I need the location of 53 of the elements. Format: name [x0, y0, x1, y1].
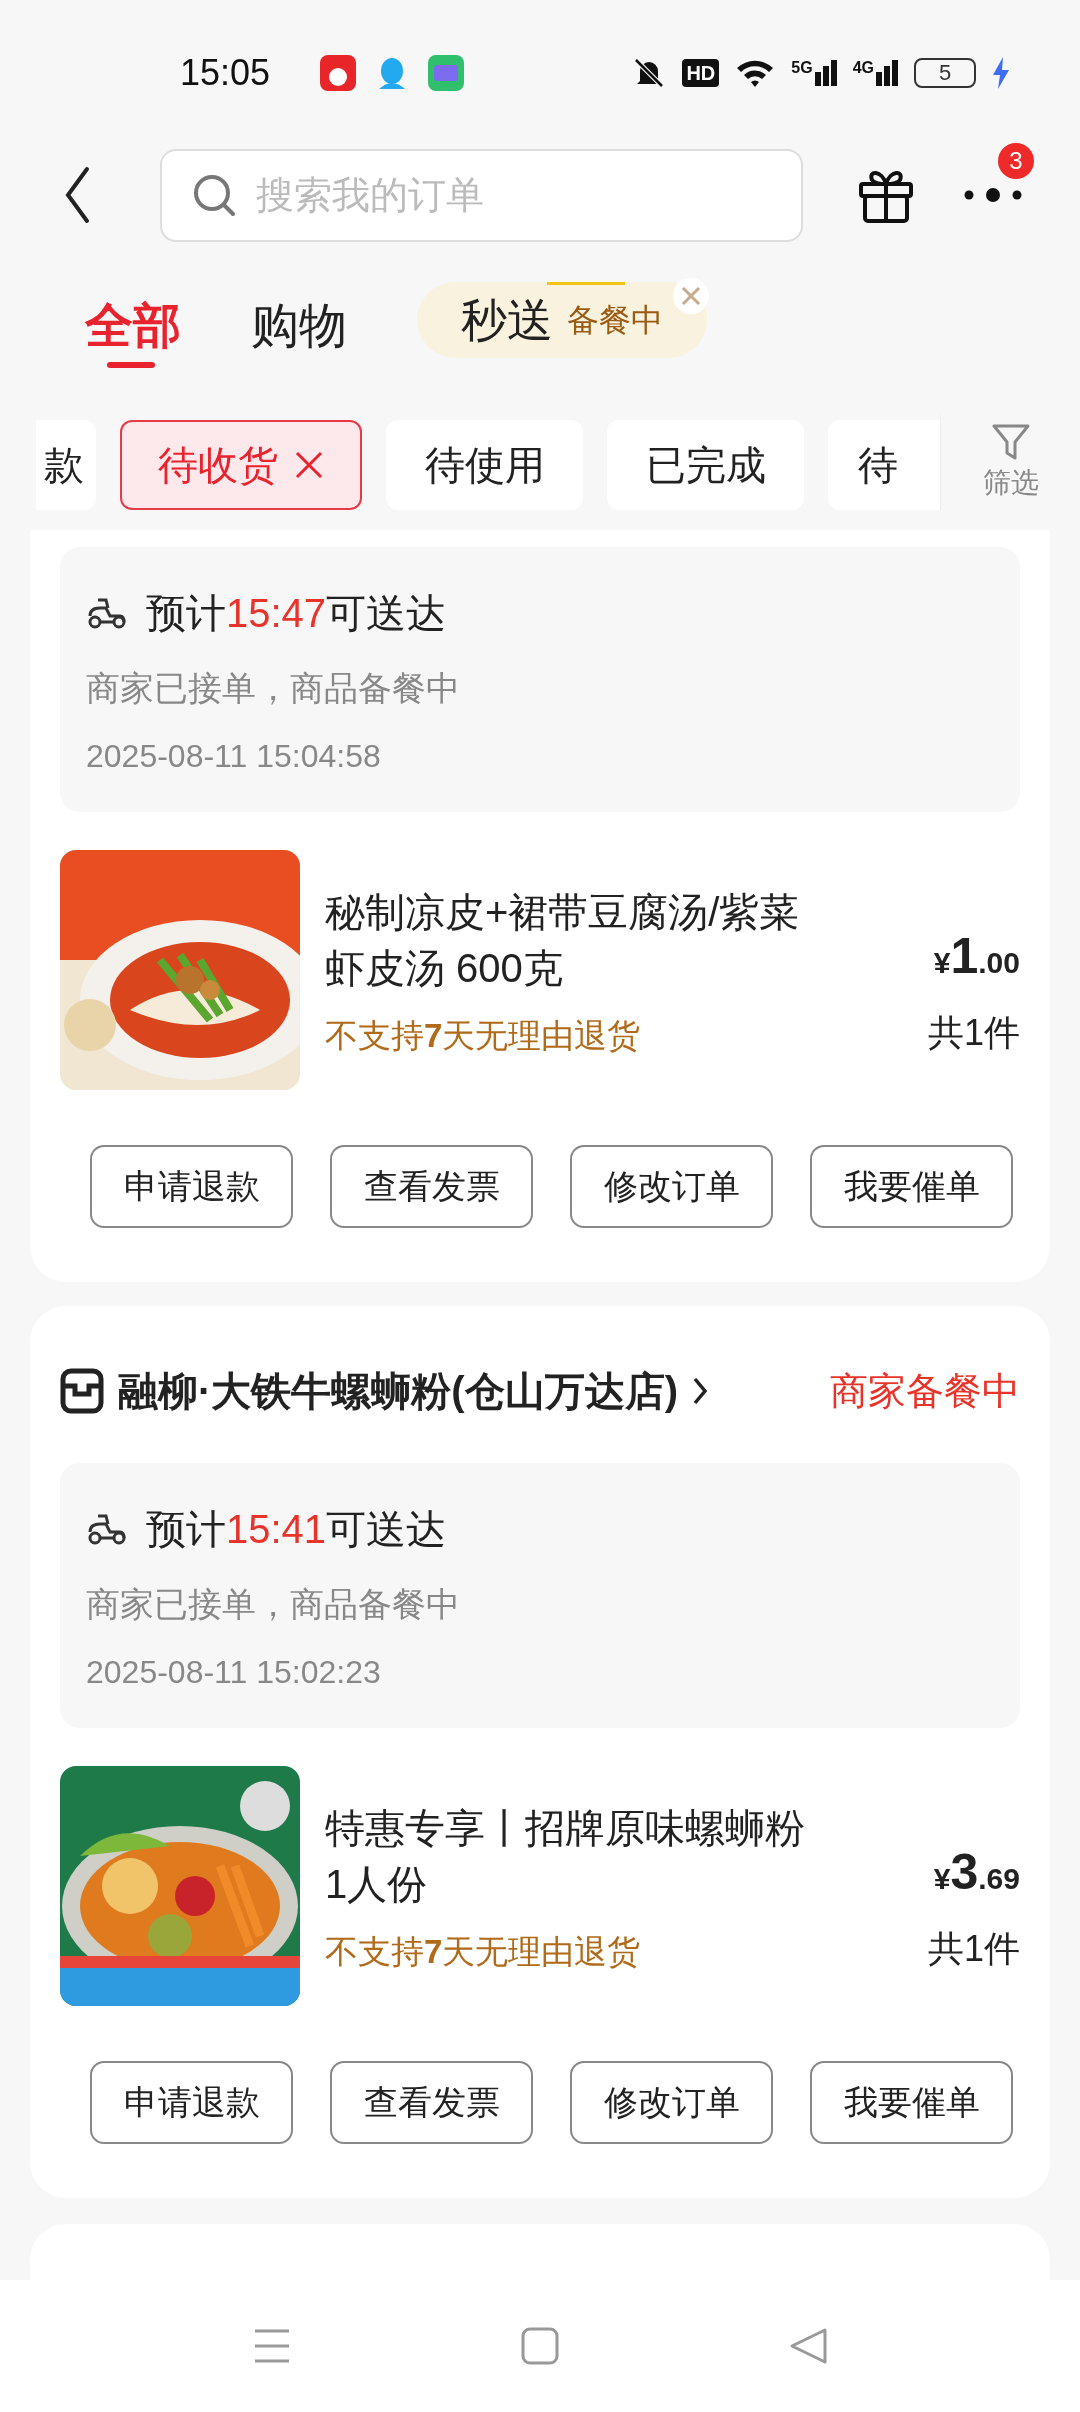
product-title[interactable]: 秘制凉皮+裙带豆腐汤/紫菜虾皮汤 600克 [325, 884, 815, 996]
close-icon[interactable] [294, 450, 324, 480]
battery-indicator: 5 [914, 57, 976, 88]
order-status: 商家备餐中 [830, 1368, 1020, 1414]
scooter-icon [86, 1512, 128, 1546]
filter-chip[interactable]: 待收货 [120, 420, 362, 510]
return-policy-note: 不支持7天无理由退货 [325, 1932, 642, 1972]
home-icon[interactable] [521, 2327, 559, 2365]
delivery-estimate: 预计15:47可送达 [146, 590, 447, 637]
store-icon [60, 1368, 104, 1414]
item-count: 共1件 [927, 1011, 1020, 1055]
filter-chip[interactable]: 待 [828, 420, 940, 510]
status-label: 备餐中 [567, 301, 663, 340]
app-icon [428, 54, 465, 91]
search-field[interactable]: 搜索我的订单 [160, 148, 803, 242]
filter-chip[interactable]: 款 [36, 420, 96, 510]
filter-chip[interactable]: 已完成 [607, 420, 804, 510]
app-icon [320, 54, 357, 91]
chevron-icon [691, 1376, 708, 1406]
signal-indicator: 5G [791, 59, 837, 86]
store-link[interactable]: 融柳·大铁牛螺蛳粉(仓山万达店) [118, 1361, 708, 1421]
back-icon[interactable] [64, 166, 90, 224]
order-action-button[interactable]: 查看发票 [330, 1145, 533, 1228]
status-time: 15:05 [180, 50, 271, 95]
filter-chip[interactable]: 待使用 [386, 420, 583, 510]
order-timestamp: 2025-08-11 15:02:23 [86, 1653, 382, 1692]
scooter-icon [86, 596, 128, 630]
notification-badge: 3 [998, 143, 1034, 179]
tab[interactable]: 购物 [251, 270, 347, 370]
order-action-button[interactable]: 查看发票 [330, 2061, 533, 2144]
search-icon [192, 173, 236, 217]
order-action-button[interactable]: 修改订单 [570, 2061, 773, 2144]
item-count: 共1件 [927, 1927, 1020, 1971]
product-price: ¥1.00 [933, 930, 1020, 986]
hd-indicator: HD [682, 58, 720, 87]
menu-icon[interactable] [253, 2327, 291, 2365]
product-price: ¥3.69 [933, 1846, 1020, 1902]
search-input[interactable]: 搜索我的订单 [256, 166, 771, 224]
order-action-button[interactable]: 申请退款 [90, 1145, 293, 1228]
more-icon [964, 188, 1022, 202]
order-action-button[interactable]: 申请退款 [90, 2061, 293, 2144]
delivery-status: 商家已接单，商品备餐中 [86, 667, 461, 709]
order-action-button[interactable]: 修改订单 [570, 1145, 773, 1228]
tab[interactable]: 全部 [85, 270, 181, 370]
delivery-status: 商家已接单，商品备餐中 [86, 1583, 461, 1625]
product-title[interactable]: 特惠专享丨招牌原味螺蛳粉1人份 [325, 1800, 815, 1912]
order-action-button[interactable]: 我要催单 [810, 1145, 1013, 1228]
order-timestamp: 2025-08-11 15:04:58 [86, 737, 382, 776]
delivery-estimate: 预计15:41可送达 [146, 1506, 447, 1553]
signal-indicator: 4G [852, 59, 898, 86]
return-policy-note: 不支持7天无理由退货 [325, 1016, 642, 1056]
close-icon[interactable] [671, 276, 711, 316]
order-action-button[interactable]: 我要催单 [810, 2061, 1013, 2144]
